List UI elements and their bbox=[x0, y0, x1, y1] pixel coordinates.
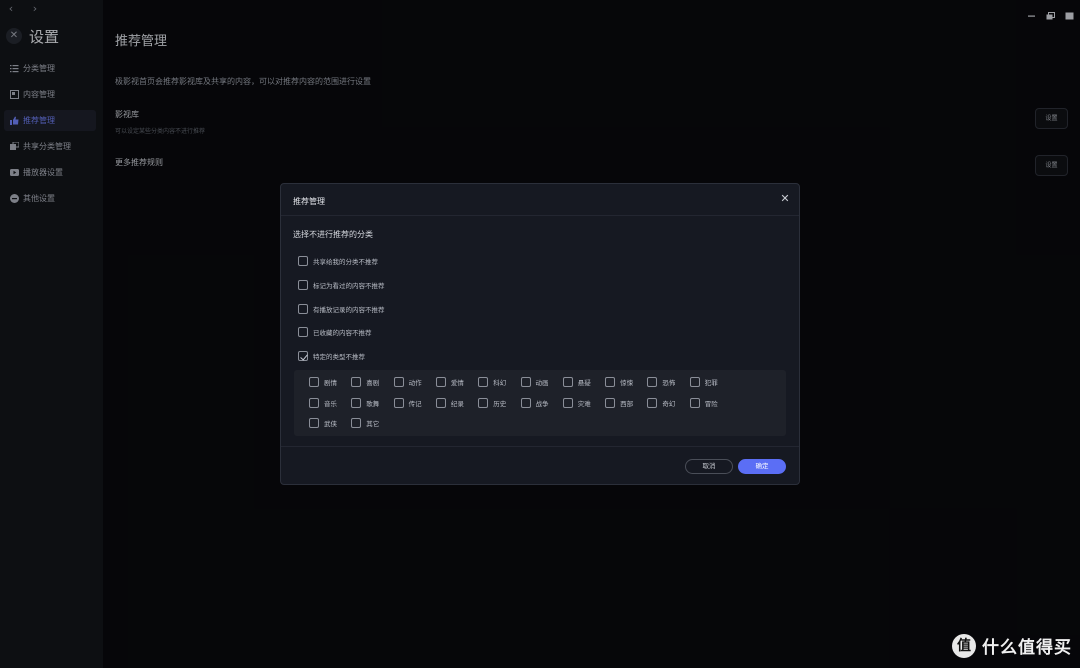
checkbox[interactable] bbox=[351, 377, 362, 387]
genre-option[interactable]: 冒险 bbox=[689, 398, 718, 408]
genre-label: 音乐 bbox=[324, 400, 337, 408]
checkbox[interactable] bbox=[393, 398, 404, 408]
genre-option[interactable]: 西部 bbox=[605, 398, 633, 408]
genre-label: 惊悚 bbox=[620, 379, 634, 387]
genre-option[interactable]: 战争 bbox=[520, 398, 549, 408]
checkbox[interactable] bbox=[520, 398, 531, 408]
genre-option[interactable]: 爱情 bbox=[435, 377, 464, 387]
watermark: 值 什么值得买 bbox=[952, 633, 1072, 658]
genre-label: 剧情 bbox=[324, 379, 337, 387]
option-shared[interactable]: 共享给我的分类不推荐 bbox=[298, 256, 378, 266]
genre-label: 歌舞 bbox=[366, 400, 380, 408]
checkbox[interactable] bbox=[647, 377, 658, 387]
checkbox[interactable] bbox=[689, 398, 700, 408]
genre-label: 传记 bbox=[408, 400, 422, 408]
dialog-close-icon[interactable]: ✕ bbox=[779, 193, 791, 205]
genre-option[interactable]: 音乐 bbox=[309, 398, 337, 408]
genre-option[interactable]: 传记 bbox=[393, 398, 422, 408]
dialog-subtitle: 选择不进行推荐的分类 bbox=[293, 230, 373, 239]
genre-label: 动作 bbox=[408, 379, 422, 387]
genre-option[interactable]: 恐怖 bbox=[647, 377, 675, 387]
watermark-logo: 值 bbox=[952, 633, 976, 658]
option-label: 共享给我的分类不推荐 bbox=[313, 258, 378, 266]
checkbox[interactable] bbox=[298, 280, 308, 290]
option-played[interactable]: 有播放记录的内容不推荐 bbox=[298, 304, 385, 314]
checkbox[interactable] bbox=[689, 377, 700, 387]
genre-option[interactable]: 动作 bbox=[393, 377, 422, 387]
checkbox[interactable] bbox=[605, 398, 616, 408]
checkbox[interactable] bbox=[298, 327, 308, 337]
genre-option[interactable]: 惊悚 bbox=[605, 377, 633, 387]
checkbox[interactable] bbox=[562, 377, 573, 387]
genre-option[interactable]: 悬疑 bbox=[562, 377, 591, 387]
option-favorited[interactable]: 已收藏的内容不推荐 bbox=[298, 327, 372, 337]
option-label: 已收藏的内容不推荐 bbox=[313, 329, 372, 337]
cancel-button[interactable]: 取消 bbox=[685, 459, 733, 474]
genre-option[interactable]: 动画 bbox=[520, 377, 549, 387]
recommend-dialog: 推荐管理 ✕ 选择不进行推荐的分类 共享给我的分类不推荐 标记为看过的内容不推荐… bbox=[280, 183, 800, 485]
genre-label: 科幻 bbox=[493, 379, 507, 387]
genre-label: 纪录 bbox=[450, 400, 464, 408]
checkbox[interactable] bbox=[435, 398, 446, 408]
genre-label: 战争 bbox=[535, 400, 549, 408]
genre-label: 其它 bbox=[366, 420, 380, 428]
genre-option[interactable]: 喜剧 bbox=[351, 377, 379, 387]
checkbox[interactable] bbox=[562, 398, 573, 408]
genre-label: 灾难 bbox=[577, 400, 591, 408]
checkbox[interactable] bbox=[309, 377, 319, 387]
genre-option[interactable]: 科幻 bbox=[478, 377, 506, 387]
checkbox[interactable] bbox=[478, 377, 489, 387]
genre-option[interactable]: 历史 bbox=[478, 398, 506, 408]
checkbox[interactable] bbox=[435, 377, 446, 387]
genre-option[interactable]: 歌舞 bbox=[351, 398, 379, 408]
checkbox[interactable] bbox=[478, 398, 489, 408]
genre-label: 西部 bbox=[620, 400, 634, 408]
genre-label: 犯罪 bbox=[704, 379, 718, 387]
genre-label: 喜剧 bbox=[366, 379, 380, 387]
genre-label: 冒险 bbox=[704, 400, 718, 408]
genre-label: 武侠 bbox=[324, 420, 337, 428]
checkbox[interactable] bbox=[351, 398, 362, 408]
option-label: 标记为看过的内容不推荐 bbox=[313, 282, 385, 290]
genre-label: 动画 bbox=[535, 379, 549, 387]
checkbox[interactable] bbox=[351, 418, 362, 428]
checkbox[interactable] bbox=[520, 377, 531, 387]
checkbox[interactable] bbox=[309, 418, 319, 428]
dialog-title: 推荐管理 bbox=[293, 197, 325, 206]
checkbox[interactable] bbox=[393, 377, 404, 387]
genre-label: 恐怖 bbox=[662, 379, 676, 387]
option-specific-genre[interactable]: 特定的类型不推荐 bbox=[298, 351, 365, 361]
genre-option[interactable]: 灾难 bbox=[562, 398, 591, 408]
genre-option[interactable]: 武侠 bbox=[309, 418, 337, 428]
genre-panel: 剧情 喜剧 动作 爱情 科幻 动画 悬疑 惊悚 恐怖 犯罪音乐 歌舞 传记 纪录 历史 战争 灾难 西部 奇幻 冒险… bbox=[294, 370, 786, 436]
checkbox[interactable] bbox=[298, 256, 308, 266]
genre-label: 奇幻 bbox=[662, 400, 676, 408]
genre-label: 历史 bbox=[493, 400, 507, 408]
divider bbox=[281, 446, 799, 447]
genre-option[interactable]: 纪录 bbox=[435, 398, 464, 408]
genre-option[interactable]: 剧情 bbox=[309, 377, 337, 387]
option-label: 特定的类型不推荐 bbox=[313, 353, 365, 361]
genre-label: 悬疑 bbox=[577, 379, 591, 387]
genre-option[interactable]: 其它 bbox=[351, 418, 379, 428]
confirm-button[interactable]: 确定 bbox=[738, 459, 786, 474]
watermark-text: 什么值得买 bbox=[982, 638, 1072, 658]
option-label: 有播放记录的内容不推荐 bbox=[313, 306, 385, 314]
checkbox[interactable] bbox=[309, 398, 319, 408]
option-watched[interactable]: 标记为看过的内容不推荐 bbox=[298, 280, 385, 290]
divider bbox=[281, 215, 799, 216]
checkbox[interactable] bbox=[647, 398, 658, 408]
checkbox[interactable] bbox=[605, 377, 616, 387]
genre-option[interactable]: 奇幻 bbox=[647, 398, 675, 408]
checkbox-checked[interactable] bbox=[298, 351, 308, 361]
checkbox[interactable] bbox=[298, 304, 308, 314]
genre-label: 爱情 bbox=[450, 379, 464, 387]
genre-option[interactable]: 犯罪 bbox=[689, 377, 718, 387]
